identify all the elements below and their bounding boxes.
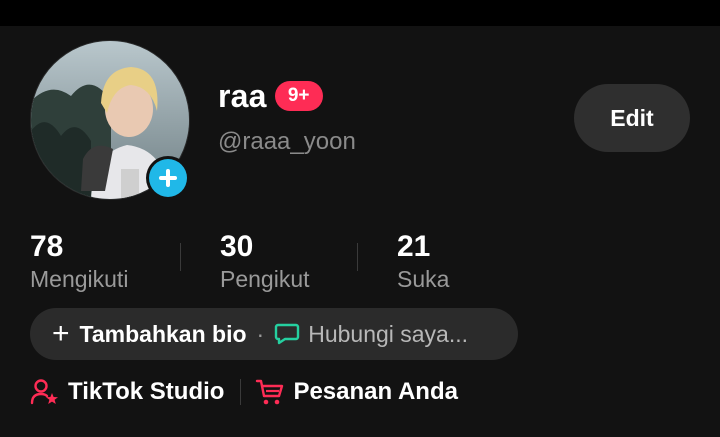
name-row: raa 9+ — [218, 80, 323, 112]
likes-count: 21 — [397, 230, 431, 263]
bio-bar: + Tambahkan bio · Hubungi saya... — [30, 308, 518, 360]
add-photo-button[interactable] — [146, 156, 190, 200]
shortcut-links: TikTok Studio Pesanan Anda — [30, 374, 458, 410]
add-bio-label: Tambahkan bio — [79, 320, 247, 347]
stat-divider — [180, 243, 181, 271]
link-divider — [240, 379, 242, 405]
bio-separator: · — [256, 320, 265, 347]
tiktok-studio-label: TikTok Studio — [68, 378, 225, 405]
followers-label: Pengikut — [220, 266, 310, 292]
stat-divider — [357, 243, 358, 271]
following-count: 78 — [30, 230, 64, 263]
orders-label: Pesanan Anda — [293, 378, 458, 405]
status-bar — [0, 0, 720, 26]
tiktok-studio-link[interactable]: TikTok Studio — [30, 377, 224, 407]
stat-following[interactable]: 78 Mengikuti — [30, 230, 128, 294]
contact-label: Hubungi saya... — [308, 320, 469, 347]
user-star-icon — [30, 379, 58, 405]
following-label: Mengikuti — [30, 266, 129, 292]
edit-profile-button[interactable]: Edit — [574, 84, 690, 152]
contact-button[interactable]: Hubungi saya... — [274, 321, 468, 348]
notification-badge[interactable]: 9+ — [274, 81, 323, 111]
plus-icon — [159, 169, 177, 187]
stat-followers[interactable]: 30 Pengikut — [220, 230, 310, 294]
stat-likes[interactable]: 21 Suka — [397, 230, 449, 294]
chat-bubble-icon — [275, 323, 300, 345]
add-bio-button[interactable]: + Tambahkan bio — [52, 319, 247, 349]
orders-link[interactable]: Pesanan Anda — [255, 377, 458, 407]
display-name: raa — [218, 78, 267, 114]
plus-icon: + — [52, 317, 70, 350]
shopping-cart-icon — [256, 379, 284, 405]
followers-count: 30 — [220, 230, 254, 263]
username: @raaa_yoon — [218, 128, 356, 155]
likes-label: Suka — [397, 266, 450, 292]
